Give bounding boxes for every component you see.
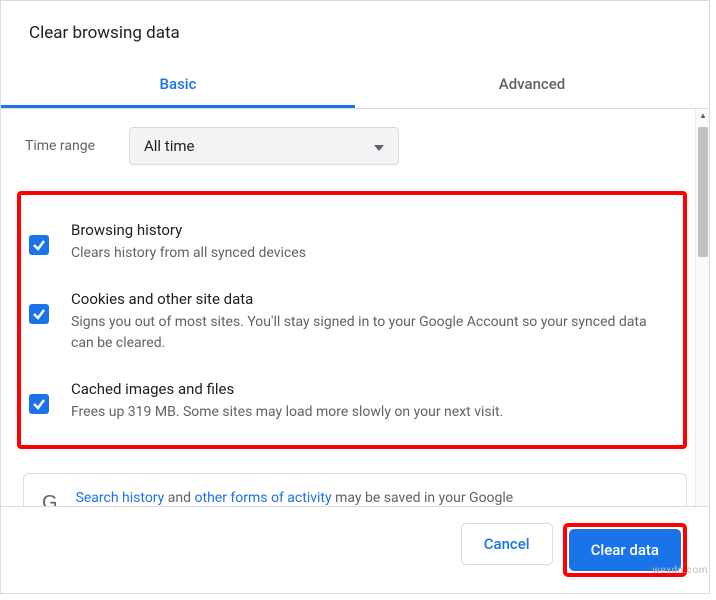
cancel-button[interactable]: Cancel [461, 523, 553, 565]
dialog-content: Time range All time Browsing history Cle… [1, 109, 709, 526]
option-cache: Cached images and files Frees up 319 MB.… [25, 370, 669, 431]
option-text: Browsing history Clears history from all… [71, 221, 306, 264]
time-range-row: Time range All time [25, 127, 687, 165]
clear-browsing-data-dialog: Clear browsing data Basic Advanced Time … [0, 0, 710, 594]
tab-basic[interactable]: Basic [1, 61, 355, 108]
search-history-link[interactable]: Search history [76, 490, 165, 506]
scroll-up-icon[interactable]: ▲ [696, 109, 710, 123]
option-text: Cookies and other site data Signs you ou… [71, 290, 669, 354]
option-title: Browsing history [71, 221, 306, 239]
option-text: Cached images and files Frees up 319 MB.… [71, 380, 503, 423]
time-range-select[interactable]: All time [129, 127, 399, 165]
content-wrap: Time range All time Browsing history Cle… [1, 109, 709, 526]
checkbox-cookies[interactable] [29, 304, 49, 324]
tab-advanced[interactable]: Advanced [355, 61, 709, 108]
checkbox-cache[interactable] [29, 394, 49, 414]
option-desc: Frees up 319 MB. Some sites may load mor… [71, 402, 503, 423]
option-desc: Clears history from all synced devices [71, 243, 306, 264]
option-cookies: Cookies and other site data Signs you ou… [25, 280, 669, 370]
scrollbar[interactable]: ▲ ▼ [695, 109, 709, 526]
chevron-down-icon [374, 137, 384, 155]
tab-bar: Basic Advanced [1, 61, 709, 109]
option-browsing-history: Browsing history Clears history from all… [25, 211, 669, 280]
info-text-1: and [164, 490, 194, 506]
dialog-title: Clear browsing data [1, 1, 709, 61]
option-title: Cached images and files [71, 380, 503, 398]
watermark: wexdn.com [652, 565, 708, 576]
scroll-thumb[interactable] [698, 127, 708, 257]
other-activity-link[interactable]: other forms of activity [195, 490, 332, 506]
checkbox-browsing-history[interactable] [29, 235, 49, 255]
options-highlight-box: Browsing history Clears history from all… [17, 191, 687, 449]
option-desc: Signs you out of most sites. You'll stay… [71, 312, 669, 354]
time-range-label: Time range [25, 138, 109, 154]
info-text-2: may be saved in your Google [332, 490, 514, 506]
dialog-footer: Cancel Clear data [1, 506, 709, 593]
time-range-value: All time [144, 137, 194, 155]
option-title: Cookies and other site data [71, 290, 669, 308]
